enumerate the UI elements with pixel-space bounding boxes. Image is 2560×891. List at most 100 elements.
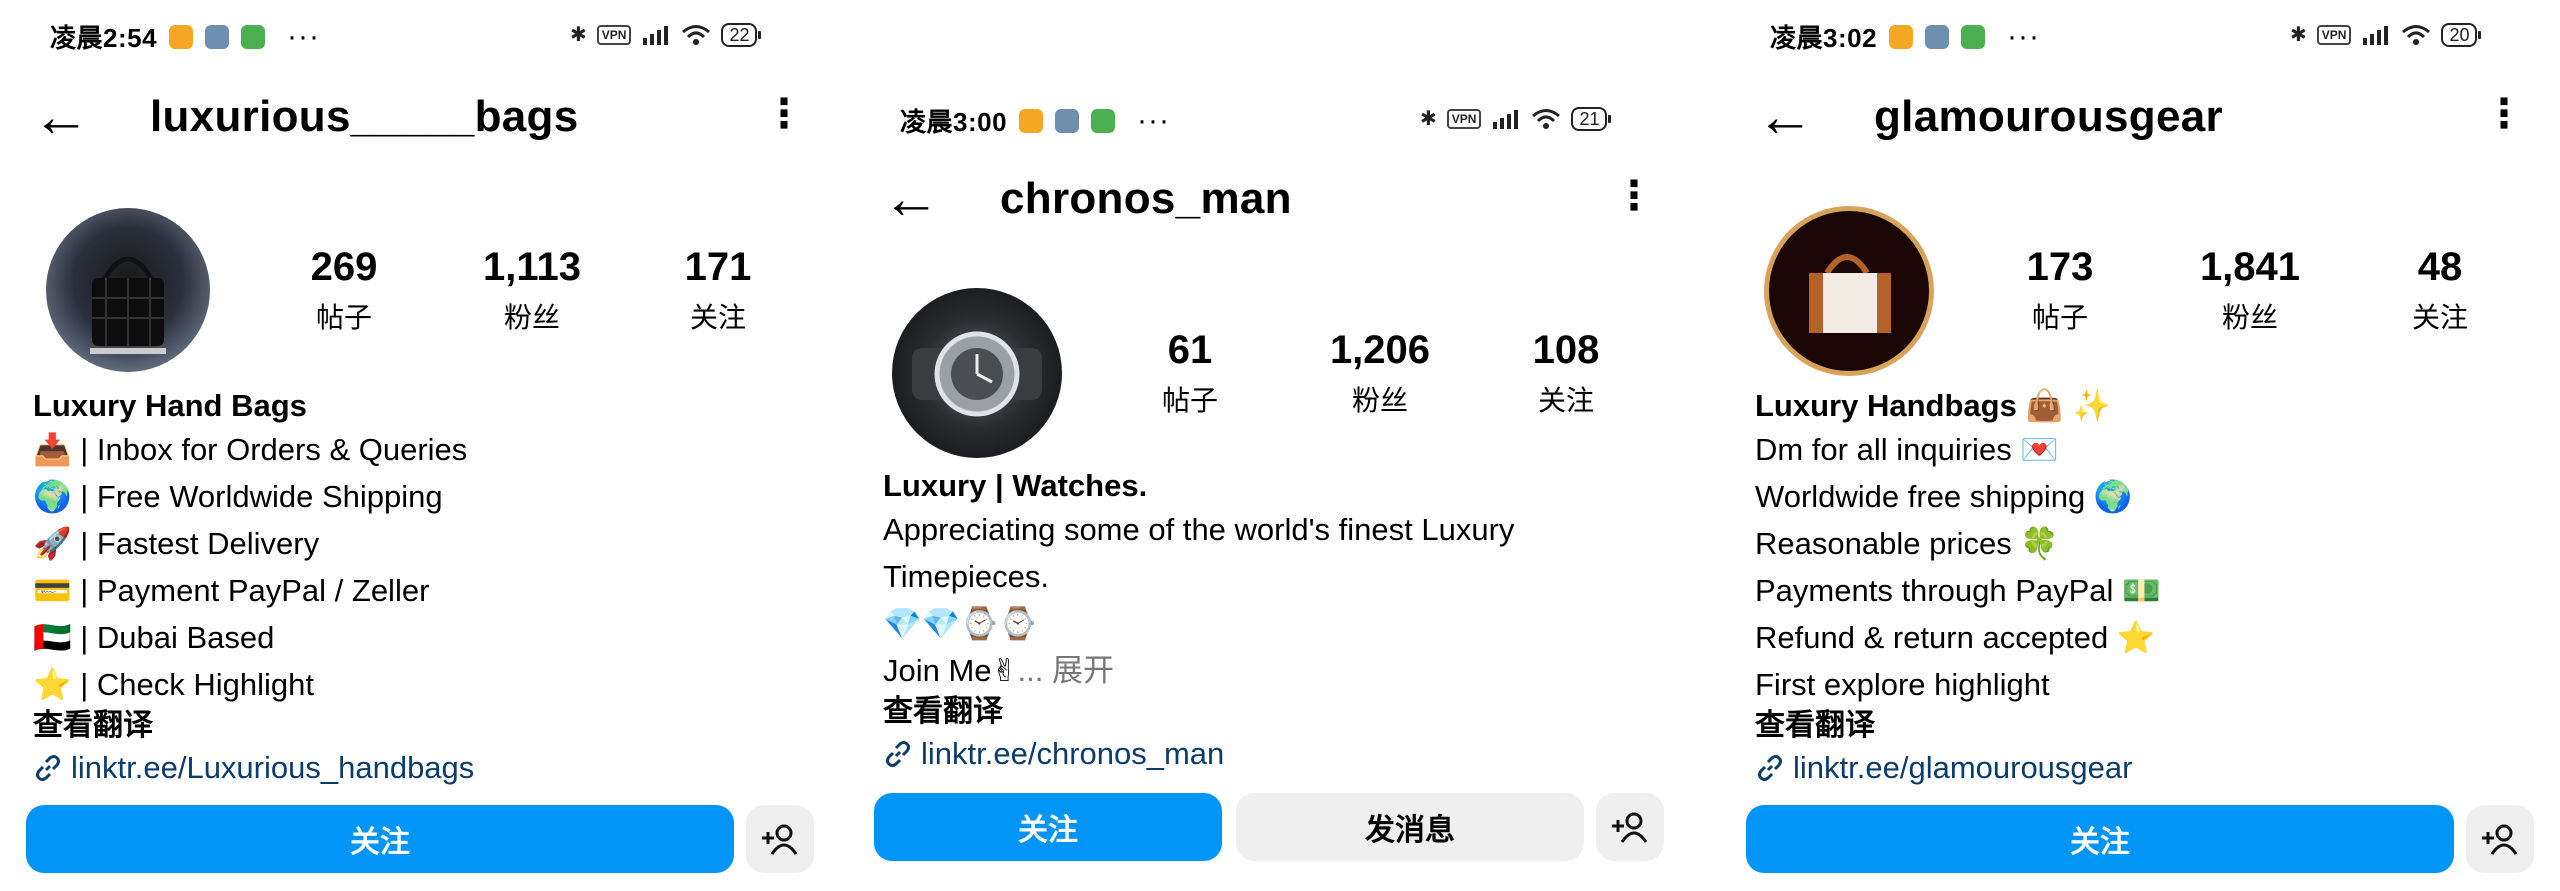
bio-line: Appreciating some of the world's finest … <box>883 512 1515 547</box>
status-bar: 凌晨3:02 ··· <box>1770 18 2040 55</box>
more-notifications-icon: ··· <box>287 19 321 53</box>
bio-line: Timepieces. <box>883 559 1049 594</box>
see-translation-link[interactable]: 查看翻译 <box>33 708 474 744</box>
battery-icon: 20 <box>2441 22 2482 47</box>
notification-app-icon <box>1019 108 1044 133</box>
stat-following[interactable]: 171 关注 <box>678 245 758 336</box>
profile-panel-glamourousgear: 凌晨3:02 ··· ✱ VPN 20 ← glamourousgear ⋮ 1… <box>1720 0 2560 891</box>
stat-posts-count: 173 <box>2026 245 2094 289</box>
back-arrow-icon[interactable]: ← <box>1756 88 1814 146</box>
notification-app-icon <box>1889 24 1914 49</box>
follow-button[interactable]: 关注 <box>26 805 734 873</box>
stat-following[interactable]: 108 关注 <box>1526 328 1606 419</box>
bluetooth-icon: ✱ <box>2290 24 2307 46</box>
stat-followers-label: 粉丝 <box>2221 302 2278 333</box>
bio-name: Luxury Hand Bags <box>33 388 307 423</box>
bluetooth-icon: ✱ <box>570 24 587 46</box>
bio-last-text: Join Me✌ <box>883 653 1018 688</box>
bio-line: Reasonable prices 🍀 <box>1755 526 2059 561</box>
stat-followers[interactable]: 1,113 粉丝 <box>474 245 590 336</box>
profile-link-text: linktr.ee/Luxurious_handbags <box>71 750 475 785</box>
wifi-icon <box>682 24 711 45</box>
wechat-icon <box>1091 108 1116 133</box>
profile-bio: Luxury Hand Bags 📥 | Inbox for Orders & … <box>33 386 474 791</box>
more-options-icon[interactable]: ⋮ <box>2484 94 2524 134</box>
stat-followers-label: 粉丝 <box>1351 385 1408 416</box>
status-indicators: ✱ VPN 20 <box>2290 22 2482 47</box>
telegram-icon <box>1925 24 1950 49</box>
suggest-people-button[interactable] <box>746 805 814 873</box>
handbag-photo <box>90 256 166 354</box>
profile-link-text: linktr.ee/chronos_man <box>921 736 1225 771</box>
add-person-icon <box>762 824 798 855</box>
see-translation-link[interactable]: 查看翻译 <box>883 694 1514 730</box>
telegram-icon <box>1055 108 1080 133</box>
status-time: 凌晨3:02 <box>1770 23 1878 53</box>
stat-followers-count: 1,113 <box>483 245 581 289</box>
link-icon <box>36 754 60 781</box>
more-options-icon[interactable]: ⋮ <box>1614 176 1654 216</box>
profile-link[interactable]: linktr.ee/chronos_man <box>883 730 1514 777</box>
stat-posts[interactable]: 269 帖子 <box>304 245 384 336</box>
bio-line: 🌍 | Free Worldwide Shipping <box>33 479 443 514</box>
bio-last-line: Join Me✌... 展开 <box>883 647 1514 694</box>
telegram-icon <box>205 24 230 49</box>
profile-header: ← luxurious_____bags <box>32 88 578 146</box>
expand-bio-link[interactable]: ... 展开 <box>1018 653 1114 688</box>
suggest-people-button[interactable] <box>2466 805 2534 873</box>
bio-name: Luxury Handbags 👜 ✨ <box>1755 388 2112 423</box>
watch-photo <box>912 331 1042 417</box>
stat-posts[interactable]: 61 帖子 <box>1150 328 1230 419</box>
stat-following-count: 48 <box>2417 245 2463 289</box>
link-icon <box>1758 754 1782 781</box>
stat-following-label: 关注 <box>1537 385 1594 416</box>
vpn-icon: VPN <box>1446 108 1482 129</box>
profile-link[interactable]: linktr.ee/glamourousgear <box>1755 744 2161 791</box>
battery-icon: 22 <box>721 22 762 47</box>
avatar[interactable] <box>892 288 1062 458</box>
follow-button[interactable]: 关注 <box>1746 805 2454 873</box>
stat-following[interactable]: 48 关注 <box>2400 245 2480 336</box>
bio-line: Payments through PayPal 💵 <box>1755 573 2161 608</box>
status-bar: 凌晨3:00 ··· <box>900 102 1170 139</box>
avatar[interactable] <box>1764 206 1934 376</box>
profile-link[interactable]: linktr.ee/Luxurious_handbags <box>33 744 474 791</box>
stat-posts-label: 帖子 <box>1161 385 1218 416</box>
bio-line: Refund & return accepted ⭐ <box>1755 620 2156 655</box>
back-arrow-icon[interactable]: ← <box>882 170 940 228</box>
bio-line: 🇦🇪 | Dubai Based <box>33 620 275 655</box>
stat-posts[interactable]: 173 帖子 <box>2020 245 2100 336</box>
stat-following-label: 关注 <box>2411 302 2468 333</box>
status-time: 凌晨3:00 <box>900 107 1008 137</box>
back-arrow-icon[interactable]: ← <box>32 88 90 146</box>
stat-followers-count: 1,206 <box>1329 328 1431 372</box>
battery-icon: 21 <box>1571 106 1612 131</box>
message-button[interactable]: 发消息 <box>1236 793 1584 861</box>
more-options-icon[interactable]: ⋮ <box>764 94 804 134</box>
bio-line: 🚀 | Fastest Delivery <box>33 526 320 561</box>
add-person-icon <box>1612 812 1648 843</box>
status-indicators: ✱ VPN 21 <box>1420 106 1612 131</box>
bio-line: 💳 | Payment PayPal / Zeller <box>33 573 430 608</box>
profile-header: ← chronos_man <box>882 170 1292 228</box>
profile-header: ← glamourousgear <box>1756 88 2223 146</box>
avatar[interactable] <box>46 208 210 372</box>
profile-link-text: linktr.ee/glamourousgear <box>1793 750 2133 785</box>
stat-following-count: 171 <box>684 245 752 289</box>
wifi-icon <box>1532 108 1561 129</box>
wifi-icon <box>2402 24 2431 45</box>
suggest-people-button[interactable] <box>1596 793 1664 861</box>
bio-line: First explore highlight <box>1755 667 2050 702</box>
wechat-icon <box>1961 24 1986 49</box>
stat-followers[interactable]: 1,206 粉丝 <box>1320 328 1440 419</box>
follow-button[interactable]: 关注 <box>874 793 1222 861</box>
stat-posts-label: 帖子 <box>315 302 372 333</box>
stat-followers[interactable]: 1,841 粉丝 <box>2190 245 2310 336</box>
link-icon <box>886 740 910 767</box>
see-translation-link[interactable]: 查看翻译 <box>1755 708 2161 744</box>
bluetooth-icon: ✱ <box>1420 108 1437 130</box>
profile-username: luxurious_____bags <box>150 92 579 141</box>
signal-icon <box>1493 109 1519 129</box>
bio-line: 💎💎⌚⌚ <box>883 606 1038 641</box>
profile-username: glamourousgear <box>1874 92 2223 141</box>
